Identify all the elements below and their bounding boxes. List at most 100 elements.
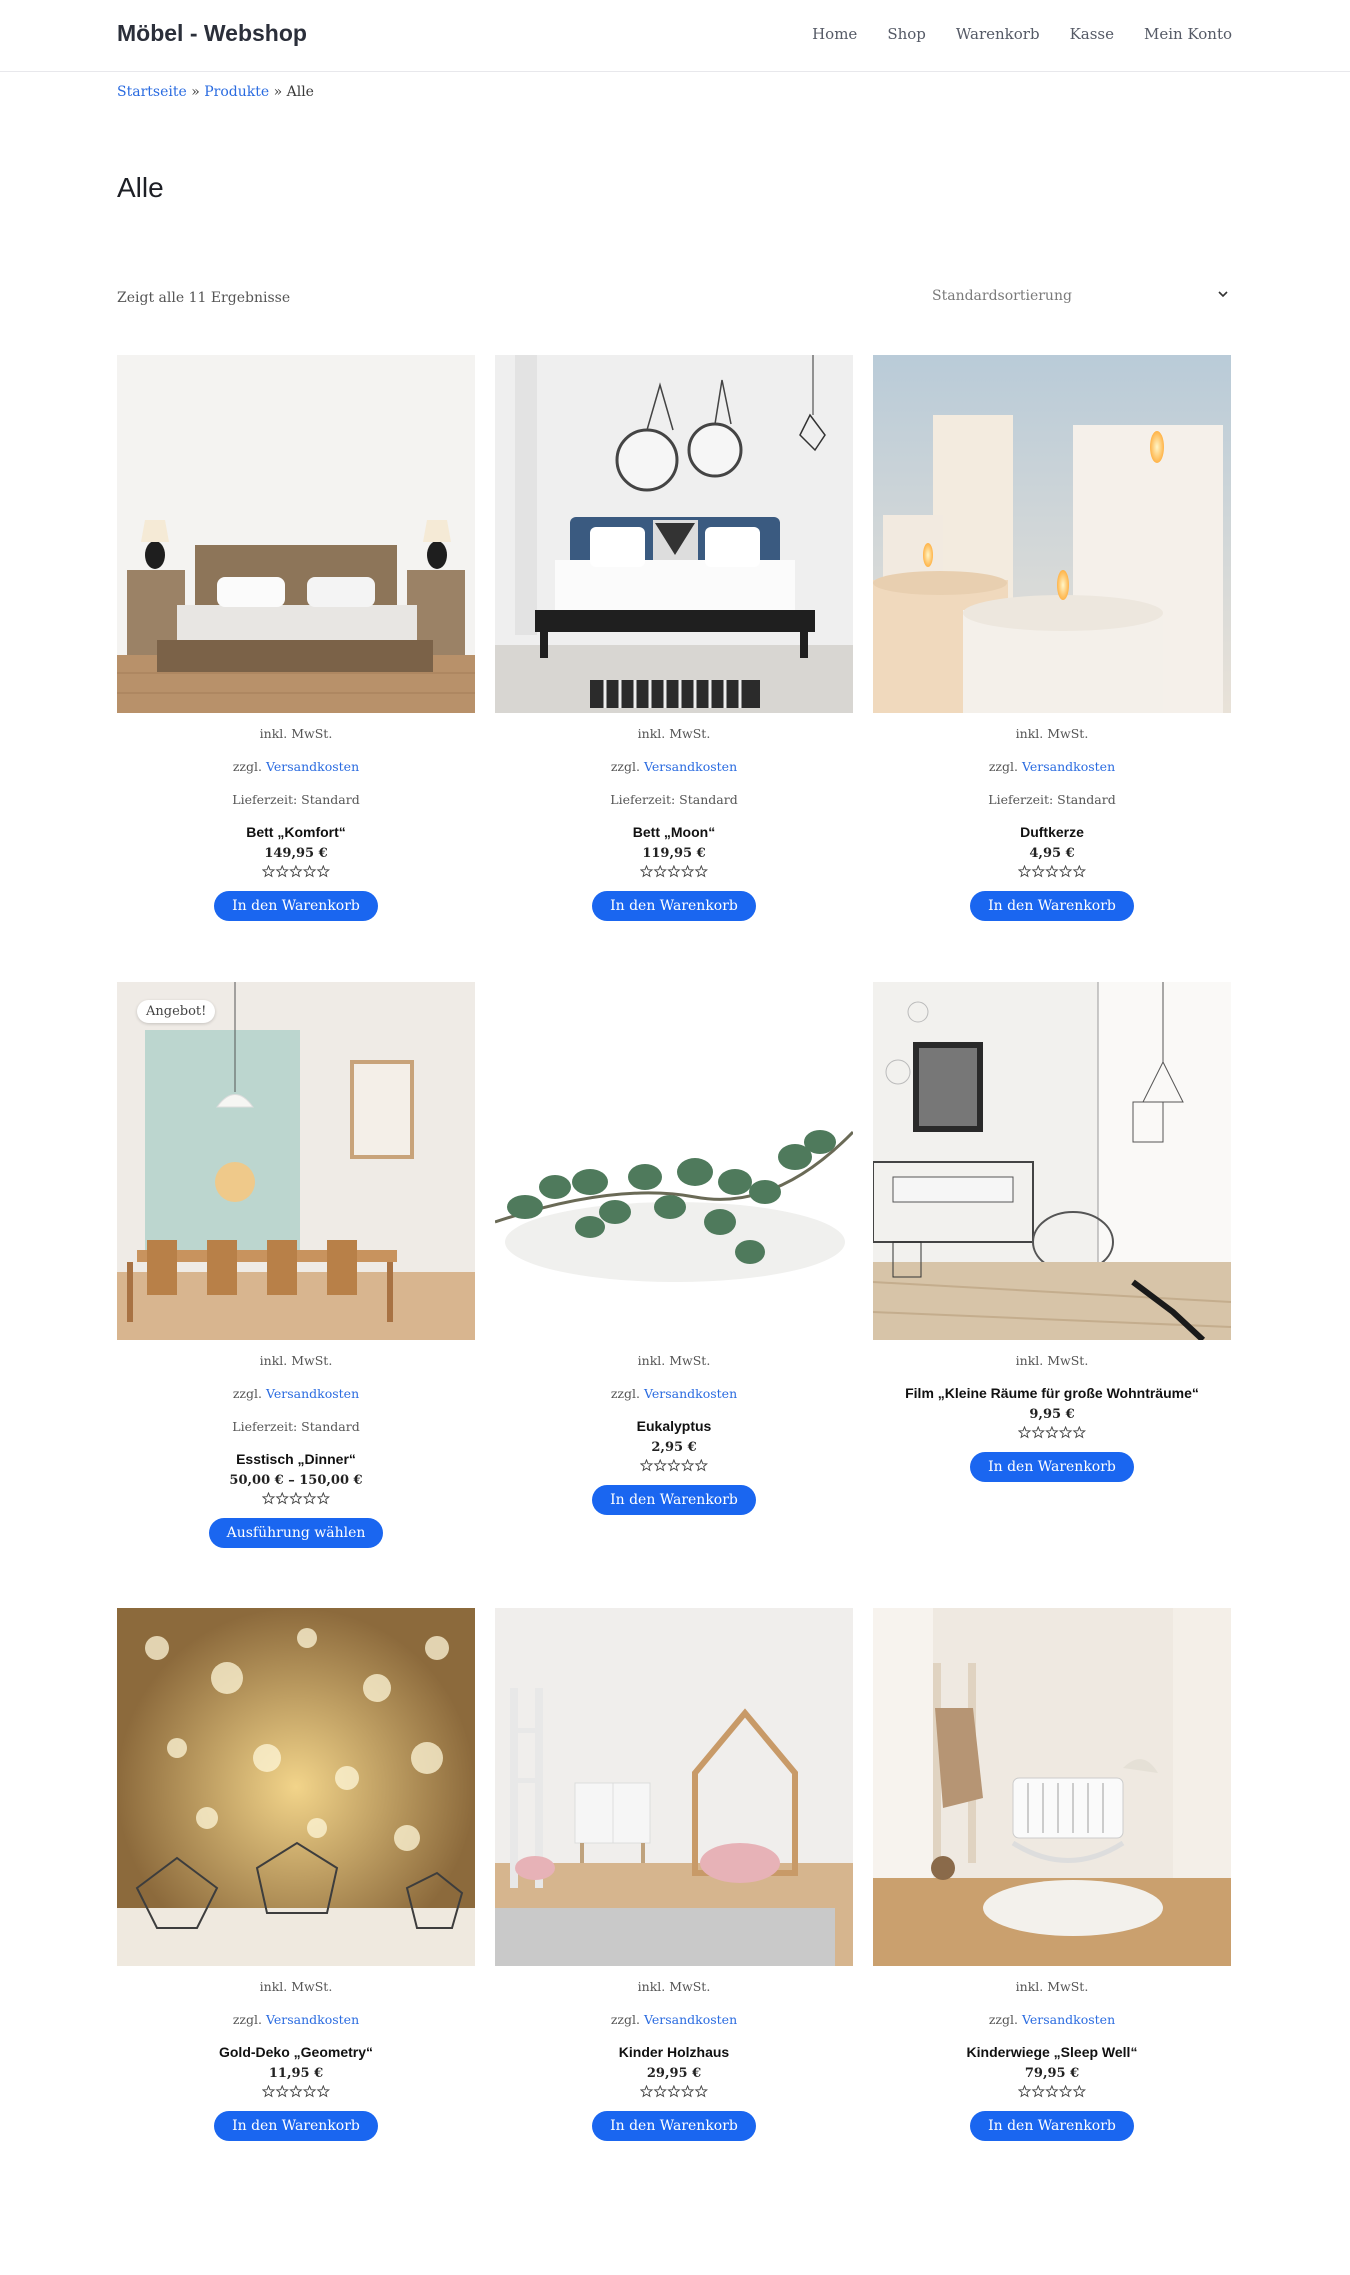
shipping-link[interactable]: Versandkosten bbox=[266, 759, 359, 774]
star-rating bbox=[495, 865, 853, 879]
star-rating-icon bbox=[640, 865, 708, 878]
nav-checkout[interactable]: Kasse bbox=[1070, 25, 1114, 43]
star-icon bbox=[680, 1459, 695, 1472]
tax-note: inkl. MwSt. bbox=[259, 1979, 333, 1994]
add-to-cart-button[interactable]: In den Warenkorb bbox=[214, 891, 378, 921]
star-icon bbox=[1031, 2085, 1045, 2098]
tax-note: inkl. MwSt. bbox=[1015, 1353, 1089, 1368]
star-icon bbox=[640, 865, 654, 878]
add-to-cart-button[interactable]: In den Warenkorb bbox=[970, 2111, 1134, 2141]
add-to-cart-button[interactable]: In den Warenkorb bbox=[592, 2111, 756, 2141]
product-image[interactable] bbox=[873, 355, 1231, 713]
shipping-link[interactable]: Versandkosten bbox=[1022, 759, 1115, 774]
star-icon bbox=[1031, 865, 1045, 878]
star-rating-icon bbox=[1018, 865, 1086, 878]
add-to-cart-button[interactable]: In den Warenkorb bbox=[214, 2111, 378, 2141]
tax-note: inkl. MwSt. bbox=[259, 1353, 333, 1368]
product-image[interactable] bbox=[117, 355, 475, 713]
delivery-note: Lieferzeit: Standard bbox=[610, 792, 738, 807]
star-icon bbox=[1058, 1426, 1073, 1439]
product-title[interactable]: Kinderwiege „Sleep Well“ bbox=[873, 2044, 1231, 2060]
product-price: 79,95 € bbox=[1024, 2066, 1080, 2081]
product-title[interactable]: Kinder Holzhaus bbox=[495, 2044, 853, 2060]
star-icon bbox=[302, 1492, 317, 1505]
product-image[interactable]: Angebot! bbox=[117, 982, 475, 1340]
star-icon bbox=[275, 1492, 289, 1505]
star-icon bbox=[640, 1459, 654, 1472]
product-title[interactable]: Esstisch „Dinner“ bbox=[117, 1451, 475, 1467]
star-icon bbox=[1018, 1426, 1032, 1439]
shipping-link[interactable]: Versandkosten bbox=[644, 2012, 737, 2027]
star-icon bbox=[1058, 865, 1073, 878]
product-price: 29,95 € bbox=[646, 2066, 702, 2081]
add-to-cart-button[interactable]: In den Warenkorb bbox=[592, 1485, 756, 1515]
shipping-link[interactable]: Versandkosten bbox=[1022, 2012, 1115, 2027]
product-card: inkl. MwSt. zzgl. Versandkosten Kinderwi… bbox=[873, 1608, 1231, 2141]
breadcrumb-category[interactable]: Produkte bbox=[204, 84, 269, 100]
star-icon bbox=[302, 865, 317, 878]
shipping-note: zzgl. Versandkosten bbox=[610, 2012, 738, 2027]
page-title: Alle bbox=[117, 172, 164, 203]
add-to-cart-button[interactable]: In den Warenkorb bbox=[970, 1452, 1134, 1482]
sort-select-value: Standardsortierung bbox=[932, 288, 1072, 304]
star-icon bbox=[694, 865, 708, 878]
product-image[interactable] bbox=[495, 982, 853, 1340]
product-card: inkl. MwSt. zzgl. Versandkosten Eukalypt… bbox=[495, 982, 853, 1515]
breadcrumb-separator: » bbox=[269, 84, 287, 100]
star-icon bbox=[289, 865, 303, 878]
star-rating bbox=[495, 1459, 853, 1473]
shipping-note: zzgl. Versandkosten bbox=[988, 759, 1116, 774]
star-icon bbox=[694, 2085, 708, 2098]
add-to-cart-button[interactable]: In den Warenkorb bbox=[970, 891, 1134, 921]
nav-cart[interactable]: Warenkorb bbox=[956, 25, 1040, 43]
star-rating-icon bbox=[262, 2085, 330, 2098]
product-card: inkl. MwSt. zzgl. Versandkosten Lieferze… bbox=[495, 355, 853, 921]
product-title[interactable]: Bett „Moon“ bbox=[495, 824, 853, 840]
product-price: 50,00 € – 150,00 € bbox=[229, 1473, 363, 1488]
product-title[interactable]: Bett „Komfort“ bbox=[117, 824, 475, 840]
star-rating bbox=[117, 2085, 475, 2099]
star-icon bbox=[275, 865, 289, 878]
product-card: inkl. MwSt. zzgl. Versandkosten Kinder H… bbox=[495, 1608, 853, 2141]
nav-home[interactable]: Home bbox=[812, 25, 857, 43]
star-rating bbox=[873, 2085, 1231, 2099]
product-image[interactable] bbox=[495, 1608, 853, 1966]
star-icon bbox=[667, 865, 681, 878]
select-options-button[interactable]: Ausführung wählen bbox=[208, 1518, 384, 1548]
star-icon bbox=[262, 865, 276, 878]
product-image[interactable] bbox=[117, 1608, 475, 1966]
result-count: Zeigt alle 11 Ergebnisse bbox=[117, 290, 291, 306]
sort-select[interactable]: Standardsortierung bbox=[930, 282, 1233, 312]
product-card: inkl. MwSt. zzgl. Versandkosten Gold-Dek… bbox=[117, 1608, 475, 2141]
sale-badge: Angebot! bbox=[137, 1000, 216, 1023]
star-rating bbox=[873, 1426, 1231, 1440]
star-icon bbox=[316, 2085, 330, 2098]
star-icon bbox=[1045, 2085, 1059, 2098]
star-rating bbox=[117, 1492, 475, 1506]
main-nav: Home Shop Warenkorb Kasse Mein Konto bbox=[812, 25, 1232, 43]
shipping-link[interactable]: Versandkosten bbox=[644, 1386, 737, 1401]
product-title[interactable]: Eukalyptus bbox=[495, 1418, 853, 1434]
product-image[interactable] bbox=[495, 355, 853, 713]
star-icon bbox=[1018, 2085, 1032, 2098]
star-icon bbox=[289, 2085, 303, 2098]
site-title[interactable]: Möbel - Webshop bbox=[117, 20, 307, 47]
shipping-link[interactable]: Versandkosten bbox=[266, 2012, 359, 2027]
star-rating-icon bbox=[640, 2085, 708, 2098]
breadcrumb-current: Alle bbox=[286, 84, 314, 100]
nav-shop[interactable]: Shop bbox=[887, 25, 926, 43]
shipping-link[interactable]: Versandkosten bbox=[644, 759, 737, 774]
product-title[interactable]: Gold-Deko „Geometry“ bbox=[117, 2044, 475, 2060]
product-image[interactable] bbox=[873, 982, 1231, 1340]
product-image[interactable] bbox=[873, 1608, 1231, 1966]
product-price: 149,95 € bbox=[264, 846, 328, 861]
shipping-link[interactable]: Versandkosten bbox=[266, 1386, 359, 1401]
nav-account[interactable]: Mein Konto bbox=[1144, 25, 1232, 43]
product-price: 2,95 € bbox=[651, 1440, 697, 1455]
product-title[interactable]: Film „Kleine Räume für große Wohnträume“ bbox=[873, 1385, 1231, 1401]
add-to-cart-button[interactable]: In den Warenkorb bbox=[592, 891, 756, 921]
star-icon bbox=[1031, 1426, 1045, 1439]
product-title[interactable]: Duftkerze bbox=[873, 824, 1231, 840]
star-icon bbox=[1072, 865, 1086, 878]
breadcrumb-home[interactable]: Startseite bbox=[117, 84, 187, 100]
